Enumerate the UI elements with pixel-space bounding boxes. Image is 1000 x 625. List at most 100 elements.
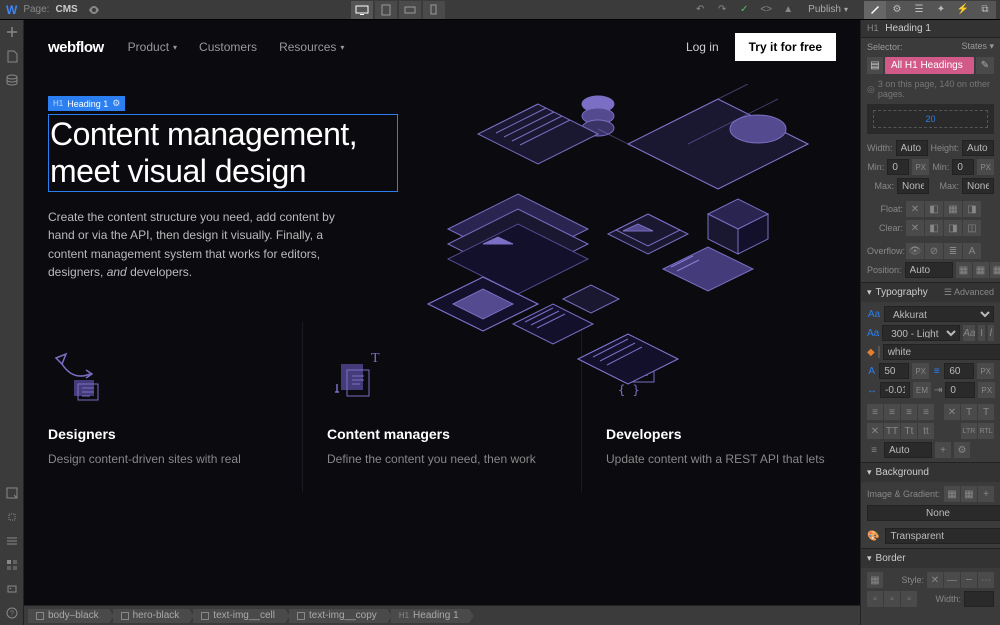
border-dashed-button[interactable]: ╌ [961, 572, 977, 588]
border-none-button[interactable]: ✕ [927, 572, 943, 588]
letter-spacing-input[interactable] [880, 382, 910, 398]
min-width-input[interactable] [887, 159, 909, 175]
border-header[interactable]: ▾ Border [861, 549, 1000, 568]
line-height-input[interactable] [944, 363, 974, 379]
clear-left-button[interactable]: ◧ [925, 220, 943, 236]
crumb-item[interactable]: H1Heading 1 [391, 609, 469, 623]
width-input[interactable] [896, 140, 928, 156]
selection-indicator[interactable]: H1 Heading 1 ⚙ [48, 96, 125, 111]
border-solid-button[interactable]: — [944, 572, 960, 588]
crumb-item[interactable]: hero-black [113, 609, 190, 623]
nav-panel-toggle[interactable]: ☰ [908, 1, 930, 19]
border-side-2[interactable]: ▫ [884, 591, 900, 607]
overflow-auto-button[interactable]: A [963, 243, 981, 259]
max-width-input[interactable] [897, 178, 929, 194]
pos-btn-3[interactable]: ▦ [990, 262, 1000, 278]
position-select[interactable] [905, 262, 953, 278]
transform-lower-button[interactable]: tt [918, 423, 934, 439]
advanced-toggle[interactable]: ☰ Advanced [944, 287, 994, 298]
dir-rtl-button[interactable]: RTL [978, 423, 994, 439]
min-height-input[interactable] [952, 159, 974, 175]
border-width-input[interactable] [964, 591, 994, 607]
hero-subtitle[interactable]: Create the content structure you need, a… [48, 208, 348, 282]
export-icon[interactable]: ▲ [778, 1, 798, 19]
overflow-visible-button[interactable]: 👁 [906, 243, 924, 259]
decoration-strike-button[interactable]: T [978, 404, 994, 420]
status-ok-icon[interactable]: ✓ [734, 1, 754, 19]
preview-icon[interactable] [84, 1, 104, 19]
indent-input[interactable] [945, 382, 975, 398]
transform-cap-button[interactable]: Tt [901, 423, 917, 439]
overflow-hidden-button[interactable]: ⊘ [925, 243, 943, 259]
shadow-input[interactable] [884, 442, 932, 458]
hero-heading[interactable]: Content management, meet visual design [48, 114, 398, 192]
clear-none-button[interactable]: ✕ [906, 220, 924, 236]
try-free-button[interactable]: Try it for free [735, 33, 836, 61]
undo-button[interactable]: ↶ [690, 1, 710, 19]
text-color-swatch[interactable] [878, 346, 880, 358]
selector-chip[interactable]: All H1 Headings [885, 57, 974, 74]
page-name[interactable]: CMS [55, 4, 77, 15]
align-center-button[interactable]: ≡ [884, 404, 900, 420]
tool-4[interactable] [0, 553, 24, 577]
selection-gear-icon[interactable]: ⚙ [112, 98, 120, 109]
tool-1[interactable] [0, 481, 24, 505]
color-name-input[interactable] [883, 344, 1000, 360]
decoration-underline-button[interactable]: T [961, 404, 977, 420]
size-unit[interactable]: PX [912, 363, 929, 379]
overflow-scroll-button[interactable]: ≣ [944, 243, 962, 259]
crumb-item[interactable]: text-img__cell [193, 609, 285, 623]
border-all-button[interactable]: ▦ [867, 572, 883, 588]
unit-px[interactable]: PX [912, 159, 929, 175]
align-justify-button[interactable]: ≡ [918, 404, 934, 420]
max-height-input[interactable] [962, 178, 994, 194]
redo-button[interactable]: ↷ [712, 1, 732, 19]
border-side-3[interactable]: ▫ [901, 591, 917, 607]
interactions-toggle[interactable]: ✦ [930, 1, 952, 19]
border-dotted-button[interactable]: ⋯ [978, 572, 994, 588]
gradient-value[interactable] [867, 505, 1000, 521]
margin-preview[interactable]: 20 [867, 104, 994, 134]
clear-both-button[interactable]: ◫ [963, 220, 981, 236]
tool-5[interactable] [0, 577, 24, 601]
pos-btn-2[interactable]: ▦ [973, 262, 989, 278]
indent-unit[interactable]: PX [978, 382, 995, 398]
phone-view-button[interactable] [423, 1, 445, 19]
add-element-button[interactable] [0, 20, 24, 44]
decoration-none-button[interactable]: ✕ [944, 404, 960, 420]
layers-toggle[interactable]: ⧉ [974, 1, 996, 19]
font-style-1[interactable]: I [978, 325, 984, 341]
webflow-brand-icon[interactable]: W [6, 3, 17, 17]
unit-px[interactable]: PX [977, 159, 994, 175]
border-side-1[interactable]: ▫ [867, 591, 883, 607]
height-input[interactable] [962, 140, 994, 156]
selector-edit-button[interactable]: ✎ [976, 57, 994, 74]
align-right-button[interactable]: ≡ [901, 404, 917, 420]
effects-toggle[interactable]: ⚡ [952, 1, 974, 19]
tool-3[interactable] [0, 529, 24, 553]
float-none-button[interactable]: ✕ [906, 201, 924, 217]
dir-ltr-button[interactable]: LTR [961, 423, 977, 439]
align-left-button[interactable]: ≡ [867, 404, 883, 420]
states-dropdown[interactable]: States ▾ [961, 41, 994, 52]
tablet-view-button[interactable] [375, 1, 397, 19]
pos-btn-1[interactable]: ▦ [956, 262, 972, 278]
bg-color-input[interactable] [885, 528, 1000, 544]
letter-unit[interactable]: EM [913, 382, 931, 398]
shadow-add-button[interactable]: + [935, 442, 951, 458]
nav-resources[interactable]: Resources▾ [279, 40, 344, 54]
desktop-view-button[interactable] [351, 1, 373, 19]
crumb-item[interactable]: body–black [28, 609, 109, 623]
tool-2[interactable] [0, 505, 24, 529]
transform-upper-button[interactable]: TT [884, 423, 900, 439]
line-unit[interactable]: PX [977, 363, 994, 379]
gradient-add-button[interactable]: + [978, 486, 994, 502]
webflow-logo[interactable]: webflow [48, 39, 104, 56]
transform-none-button[interactable]: ✕ [867, 423, 883, 439]
clear-right-button[interactable]: ◨ [944, 220, 962, 236]
login-link[interactable]: Log in [686, 40, 719, 54]
float-right-button[interactable]: ◨ [963, 201, 981, 217]
gradient-btn-1[interactable]: ▦ [944, 486, 960, 502]
background-header[interactable]: ▾ Background [861, 463, 1000, 482]
selector-nav-icon[interactable]: ▤ [867, 57, 883, 74]
